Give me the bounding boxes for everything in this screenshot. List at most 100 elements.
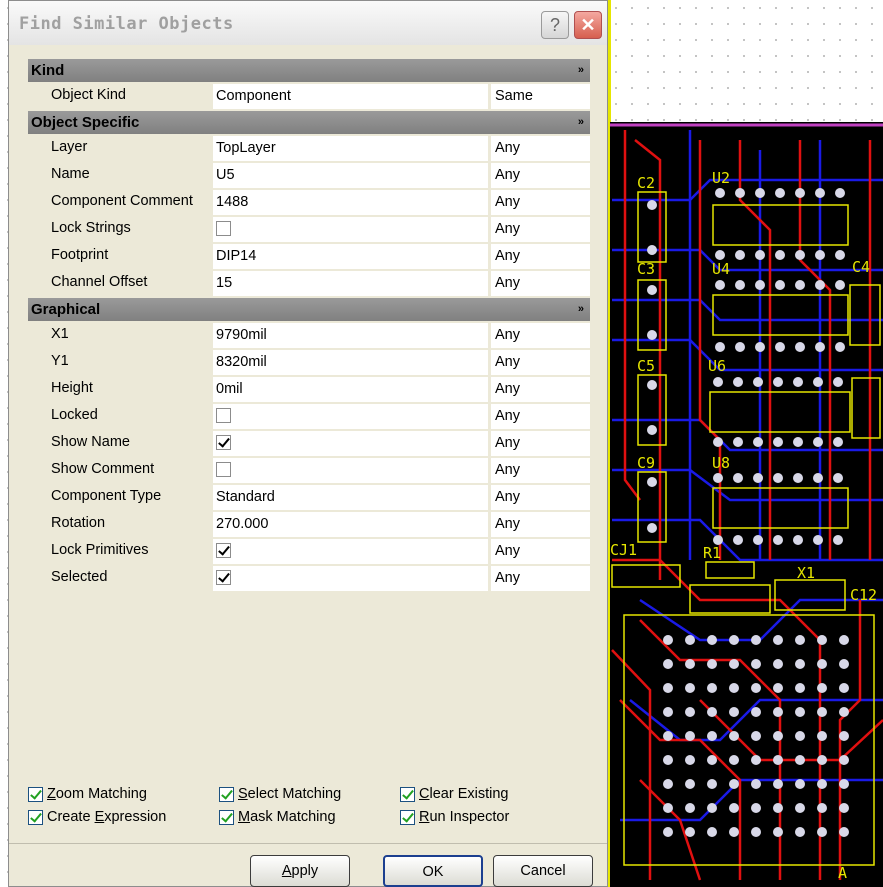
collapse-chevron-icon[interactable]: » — [578, 111, 584, 134]
pad — [733, 377, 743, 387]
row-locked: Locked Any — [28, 404, 590, 429]
layer-mode[interactable]: Any — [491, 136, 590, 161]
section-object-specific[interactable]: Object Specific » — [28, 111, 590, 134]
close-button[interactable]: ✕ — [574, 11, 602, 39]
help-button[interactable]: ? — [541, 11, 569, 39]
pad — [735, 280, 745, 290]
row-component-comment: Component Comment 1488 Any — [28, 190, 590, 215]
pad — [773, 437, 783, 447]
mask-matching-checkbox[interactable] — [219, 809, 234, 825]
component-type-value[interactable]: Standard — [213, 485, 488, 510]
lock-primitives-checkbox[interactable] — [216, 543, 231, 558]
pad — [685, 707, 695, 717]
zoom-matching-option[interactable]: Zoom Matching — [28, 786, 147, 802]
title-bar[interactable]: Find Similar Objects ? ✕ — [9, 1, 607, 45]
pad — [815, 342, 825, 352]
run-inspector-option[interactable]: Run Inspector — [400, 809, 509, 825]
show-name-mode[interactable]: Any — [491, 431, 590, 456]
footprint-value[interactable]: DIP14 — [213, 244, 488, 269]
x1-mode[interactable]: Any — [491, 323, 590, 348]
pad — [773, 683, 783, 693]
name-mode[interactable]: Any — [491, 163, 590, 188]
clear-existing-option[interactable]: Clear Existing — [400, 786, 508, 802]
pad — [817, 779, 827, 789]
x1-value[interactable]: 9790mil — [213, 323, 488, 348]
pad — [729, 755, 739, 765]
property-label: Object Kind — [51, 87, 126, 103]
cancel-button[interactable]: Cancel — [493, 855, 593, 887]
pad — [663, 635, 673, 645]
create-expression-option[interactable]: Create Expression — [28, 809, 166, 825]
y1-value[interactable]: 8320mil — [213, 350, 488, 375]
section-kind[interactable]: Kind » — [28, 59, 590, 82]
selected-mode[interactable]: Any — [491, 566, 590, 591]
clear-existing-checkbox[interactable] — [400, 786, 415, 802]
pad — [729, 683, 739, 693]
mnemonic: R — [419, 809, 430, 826]
lock-primitives-mode[interactable]: Any — [491, 539, 590, 564]
property-label: Height — [51, 380, 93, 396]
select-matching-checkbox[interactable] — [219, 786, 234, 802]
y1-mode[interactable]: Any — [491, 350, 590, 375]
show-name-checkbox[interactable] — [216, 435, 231, 450]
pad — [685, 683, 695, 693]
pad — [729, 707, 739, 717]
collapse-chevron-icon[interactable]: » — [578, 59, 584, 82]
pcb-designator: X1 — [797, 564, 815, 582]
locked-checkbox[interactable] — [216, 408, 231, 423]
pad — [833, 535, 843, 545]
ok-button[interactable]: OK — [383, 855, 483, 887]
property-label: Lock Primitives — [51, 542, 149, 558]
pad — [793, 377, 803, 387]
pad — [735, 342, 745, 352]
pad — [793, 473, 803, 483]
mnemonic: M — [238, 809, 251, 826]
channel-offset-value[interactable]: 15 — [213, 271, 488, 296]
pcb-designator: CJ1 — [610, 541, 637, 559]
name-value[interactable]: U5 — [213, 163, 488, 188]
zoom-matching-checkbox[interactable] — [28, 786, 43, 802]
pad — [715, 342, 725, 352]
component-comment-mode[interactable]: Any — [491, 190, 590, 215]
pad — [773, 535, 783, 545]
pad — [775, 188, 785, 198]
pad — [707, 683, 717, 693]
height-mode[interactable]: Any — [491, 377, 590, 402]
apply-button[interactable]: Apply — [250, 855, 350, 887]
pcb-designator: U8 — [712, 454, 730, 472]
object-kind-mode[interactable]: Same — [491, 84, 590, 109]
channel-offset-mode[interactable]: Any — [491, 271, 590, 296]
lock-primitives-cell — [213, 539, 488, 564]
pad — [753, 535, 763, 545]
create-expression-checkbox[interactable] — [28, 809, 43, 825]
selected-checkbox[interactable] — [216, 570, 231, 585]
rotation-mode[interactable]: Any — [491, 512, 590, 537]
pad — [817, 803, 827, 813]
section-graphical[interactable]: Graphical » — [28, 298, 590, 321]
pad — [729, 731, 739, 741]
run-inspector-checkbox[interactable] — [400, 809, 415, 825]
lock-strings-checkbox[interactable] — [216, 221, 231, 236]
mnemonic: A — [281, 863, 292, 879]
collapse-chevron-icon[interactable]: » — [578, 298, 584, 321]
rotation-value[interactable]: 270.000 — [213, 512, 488, 537]
pad — [715, 280, 725, 290]
show-comment-mode[interactable]: Any — [491, 458, 590, 483]
show-comment-checkbox[interactable] — [216, 462, 231, 477]
pcb-designator: C4 — [852, 258, 870, 276]
pad — [707, 755, 717, 765]
layer-value[interactable]: TopLayer — [213, 136, 488, 161]
pad — [751, 731, 761, 741]
height-value[interactable]: 0mil — [213, 377, 488, 402]
object-kind-value[interactable]: Component — [213, 84, 488, 109]
mask-matching-option[interactable]: Mask Matching — [219, 809, 336, 825]
component-comment-value[interactable]: 1488 — [213, 190, 488, 215]
component-type-mode[interactable]: Any — [491, 485, 590, 510]
pad — [707, 659, 717, 669]
pad — [685, 827, 695, 837]
select-matching-option[interactable]: Select Matching — [219, 786, 341, 802]
lock-strings-mode[interactable]: Any — [491, 217, 590, 242]
locked-mode[interactable]: Any — [491, 404, 590, 429]
footprint-mode[interactable]: Any — [491, 244, 590, 269]
option-label: elect Matching — [247, 786, 342, 803]
